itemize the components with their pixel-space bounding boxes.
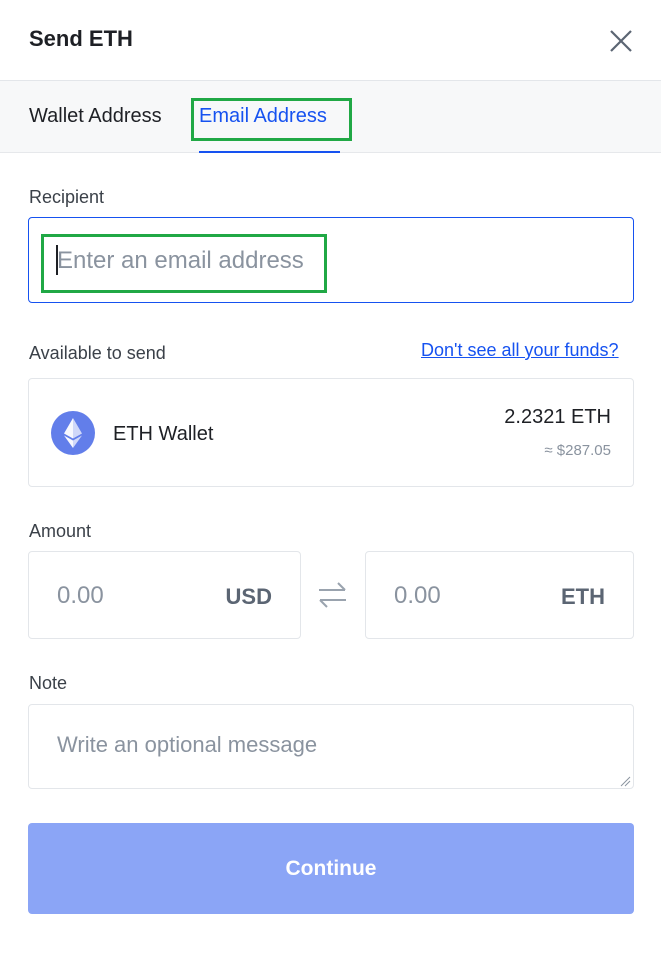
amount-label: Amount: [29, 521, 92, 541]
resize-handle-icon[interactable]: [619, 774, 631, 787]
fiat-amount-input[interactable]: [57, 572, 197, 620]
email-input[interactable]: [57, 236, 597, 286]
available-label: Available to send: [29, 343, 166, 363]
wallet-selector[interactable]: ETH Wallet 2.2321 ETH ≈ $287.05: [28, 378, 634, 487]
crypto-amount-field[interactable]: ETH: [365, 551, 634, 639]
modal-title: Send ETH: [29, 26, 133, 51]
fiat-currency-label: USD: [225, 584, 272, 609]
tab-email-address[interactable]: Email Address: [199, 105, 327, 128]
recipient-field[interactable]: [28, 217, 634, 303]
crypto-amount-input[interactable]: [394, 572, 534, 620]
wallet-name: ETH Wallet: [113, 423, 214, 445]
missing-funds-link[interactable]: Don't see all your funds?: [421, 340, 619, 361]
recipient-label: Recipient: [29, 187, 105, 207]
active-tab-indicator: [199, 151, 340, 153]
fiat-amount-field[interactable]: USD: [28, 551, 301, 639]
wallet-fiat-value: ≈ $287.05: [544, 442, 611, 459]
note-label: Note: [29, 673, 68, 693]
note-textarea[interactable]: [29, 705, 633, 788]
swap-arrows-icon[interactable]: [317, 580, 348, 610]
note-field[interactable]: [28, 704, 634, 789]
ethereum-icon: [51, 411, 95, 455]
tab-wallet-address[interactable]: Wallet Address: [29, 105, 162, 128]
tab-bar: Wallet Address Email Address: [0, 81, 661, 153]
wallet-balance: 2.2321 ETH: [504, 406, 611, 428]
crypto-currency-label: ETH: [561, 584, 605, 609]
text-caret: [56, 245, 58, 275]
modal-header: Send ETH: [0, 0, 661, 81]
continue-button[interactable]: Continue: [28, 823, 634, 914]
close-icon[interactable]: [606, 26, 636, 56]
